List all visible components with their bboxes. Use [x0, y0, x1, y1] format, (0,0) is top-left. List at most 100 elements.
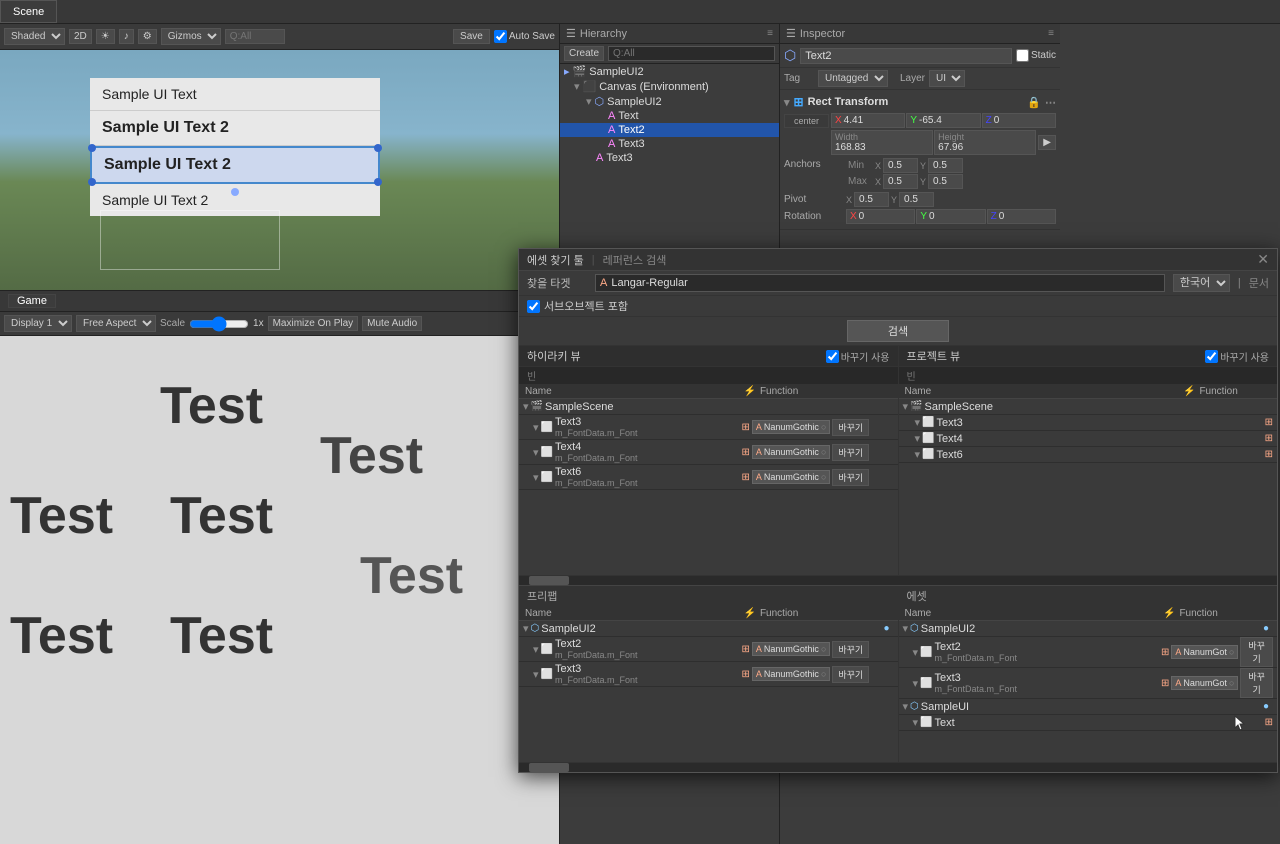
af-proj-row-text4[interactable]: ▾ ⬜ Text4 ⊞	[899, 431, 1278, 447]
af-asset-row-sampleui[interactable]: ▾ ⬡ SampleUI ●	[899, 699, 1278, 715]
shading-dropdown[interactable]: Shaded	[4, 28, 65, 45]
aspect-dropdown[interactable]: Free Aspect	[76, 315, 156, 332]
game-text-7: Test	[170, 606, 273, 666]
af-replace-checkbox1[interactable]	[826, 350, 839, 363]
af-asset-row-text2[interactable]: ▾ ⬜ Text2 m_FontData.m_Font ⊞ A NanumGot…	[899, 637, 1278, 668]
light-button[interactable]: ☀	[96, 29, 115, 44]
audio-button[interactable]: ♪	[119, 29, 134, 44]
af-replace-btn-a2[interactable]: 바꾸기	[1240, 668, 1273, 698]
display-dropdown[interactable]: Display 1	[4, 315, 72, 332]
af-asset-row-text3[interactable]: ▾ ⬜ Text3 m_FontData.m_Font ⊞ A NanumGot…	[899, 668, 1278, 699]
af-replace-btn-p2[interactable]: 바꾸기	[832, 666, 869, 683]
af-header: 에셋 찾기 툴 | 레퍼런스 검색 ✕	[519, 249, 1277, 271]
af-asset-row-text[interactable]: ▾ ⬜ Text ⊞	[899, 715, 1278, 731]
maximize-button[interactable]: Maximize On Play	[268, 316, 359, 331]
af-lang-select[interactable]: 한국어	[1173, 274, 1230, 292]
hierarchy-item-text[interactable]: A Text	[560, 109, 779, 123]
min-x: 0.5	[888, 160, 902, 171]
max-x: 0.5	[888, 176, 902, 187]
hierarchy-item-text3b[interactable]: A Text3	[560, 151, 779, 165]
gizmos-dropdown[interactable]: Gizmos	[161, 28, 221, 45]
handle-tl[interactable]	[88, 144, 96, 152]
ui-text-2: Sample UI Text 2	[90, 111, 380, 146]
af-bottom-scrollbar[interactable]	[519, 762, 1277, 772]
static-checkbox[interactable]	[1016, 49, 1029, 62]
tag-dropdown[interactable]: Untagged	[818, 70, 888, 87]
inspector-tag-row: Tag Untagged Layer UI	[780, 68, 1060, 90]
af-search-button[interactable]: 검색	[847, 320, 949, 342]
game-text-3: Test	[10, 486, 113, 546]
anchors-label: Anchors	[784, 157, 844, 170]
af-prefab-row-sampleui2[interactable]: ▾ ⬡ SampleUI2 ●	[519, 621, 898, 637]
scale-slider[interactable]	[189, 316, 249, 332]
handle-tr[interactable]	[374, 144, 382, 152]
af-asset-row-sampleui2[interactable]: ▾ ⬡ SampleUI2 ●	[899, 621, 1278, 637]
af-proj-row-text6[interactable]: ▾ ⬜ Text6 ⊞	[899, 447, 1278, 463]
inspector-icon: ⬡	[784, 47, 796, 64]
hierarchy-item-sampleui2-child[interactable]: ▾ ⬡ SampleUI2	[560, 94, 779, 109]
height-val: 67.96	[938, 142, 1032, 153]
effects-button[interactable]: ⚙	[138, 29, 157, 44]
af-hier-row-text3[interactable]: ▾ ⬜ Text3 m_FontData.m_Font ⊞ A NanumGot…	[519, 415, 898, 440]
max-label: Max	[848, 176, 873, 187]
af-name-col-header2: Name	[899, 385, 1178, 398]
af-prefab-row-text3[interactable]: ▾ ⬜ Text3 m_FontData.m_Font ⊞ A NanumGot…	[519, 662, 898, 687]
af-hier-row-samplescene[interactable]: ▾ 🎬 SampleScene	[519, 399, 898, 415]
pivot-y: 0.5	[904, 194, 918, 205]
handle-br[interactable]	[374, 178, 382, 186]
mute-button[interactable]: Mute Audio	[362, 316, 422, 331]
af-hier-row-text6[interactable]: ▾ ⬜ Text6 m_FontData.m_Font ⊞ A NanumGot…	[519, 465, 898, 490]
af-close-btn[interactable]: ✕	[1257, 251, 1269, 268]
hierarchy-create-btn[interactable]: Create	[564, 46, 604, 61]
hierarchy-item-text2[interactable]: A Text2	[560, 123, 779, 137]
height-label: Height	[938, 132, 1032, 142]
af-replace-btn-h1[interactable]: 바꾸기	[832, 419, 869, 436]
af-func-col-header2: ⚡ Function	[1177, 385, 1277, 398]
af-replace-btn-p1[interactable]: 바꾸기	[832, 641, 869, 658]
ui-canvas: Sample UI Text Sample UI Text 2 Sample U…	[90, 78, 380, 216]
tag-label: Tag	[784, 73, 814, 84]
game-tab[interactable]: Game	[8, 294, 56, 308]
inspector-name-row: ⬡ Static	[780, 44, 1060, 68]
expand-btn[interactable]: ▶	[1038, 135, 1056, 150]
game-text-6: Test	[10, 606, 113, 666]
af-include-sub-checkbox[interactable]	[527, 300, 540, 313]
af-sub-headers: 빈 빈	[519, 367, 1277, 385]
handle-bc[interactable]	[231, 188, 239, 196]
inspector-name-input[interactable]	[800, 48, 1012, 64]
anchors-row: Anchors Min X 0.5 Y 0.5 Max X 0.5	[784, 157, 1056, 190]
hierarchy-search[interactable]	[608, 46, 775, 61]
hierarchy-item-sampleui2[interactable]: ▸ 🎬 SampleUI2	[560, 64, 779, 79]
rot-z: 0	[999, 211, 1005, 222]
rect-transform-header[interactable]: ▾ ⊞ Rect Transform 🔒 ⋯	[784, 93, 1056, 111]
pivot-label: Pivot	[784, 194, 844, 205]
hierarchy-item-text3a[interactable]: A Text3	[560, 137, 779, 151]
hierarchy-title: Hierarchy	[580, 28, 627, 40]
rect-transform-title: Rect Transform	[808, 96, 889, 108]
af-replace-btn-a1[interactable]: 바꾸기	[1240, 637, 1273, 667]
af-proj-row-text3[interactable]: ▾ ⬜ Text3 ⊞	[899, 415, 1278, 431]
ui-text-3[interactable]: Sample UI Text 2	[90, 146, 380, 184]
save-button[interactable]: Save	[453, 29, 490, 44]
af-replace-btn-h3[interactable]: 바꾸기	[832, 469, 869, 486]
handle-bl[interactable]	[88, 178, 96, 186]
af-proj-row-samplescene[interactable]: ▾ 🎬 SampleScene	[899, 399, 1278, 415]
rect-transform-section: ▾ ⊞ Rect Transform 🔒 ⋯ center X 4.41	[780, 90, 1060, 230]
auto-save-checkbox[interactable]	[494, 30, 507, 43]
scale-label: Scale	[160, 318, 185, 329]
layer-dropdown[interactable]: UI	[929, 70, 965, 87]
hierarchy-item-canvas[interactable]: ▾ ⬛ Canvas (Environment)	[560, 79, 779, 94]
af-target-row: 찾을 타겟 A Langar-Regular 한국어 | 문서	[519, 271, 1277, 296]
scene-tab-label: Scene	[13, 6, 44, 18]
af-replace-label1: 바꾸기 사용	[841, 349, 890, 364]
af-scrollbar[interactable]	[519, 575, 1277, 585]
scene-tab[interactable]: Scene	[0, 0, 57, 23]
rot-y: 0	[929, 211, 935, 222]
af-prefab-row-text2[interactable]: ▾ ⬜ Text2 m_FontData.m_Font ⊞ A NanumGot…	[519, 637, 898, 662]
af-replace-checkbox2[interactable]	[1205, 350, 1218, 363]
scene-search[interactable]	[225, 29, 285, 44]
2d-button[interactable]: 2D	[69, 29, 92, 44]
af-hier-row-text4[interactable]: ▾ ⬜ Text4 m_FontData.m_Font ⊞ A NanumGot…	[519, 440, 898, 465]
af-replace-btn-h2[interactable]: 바꾸기	[832, 444, 869, 461]
scale-value: 1x	[253, 318, 264, 329]
